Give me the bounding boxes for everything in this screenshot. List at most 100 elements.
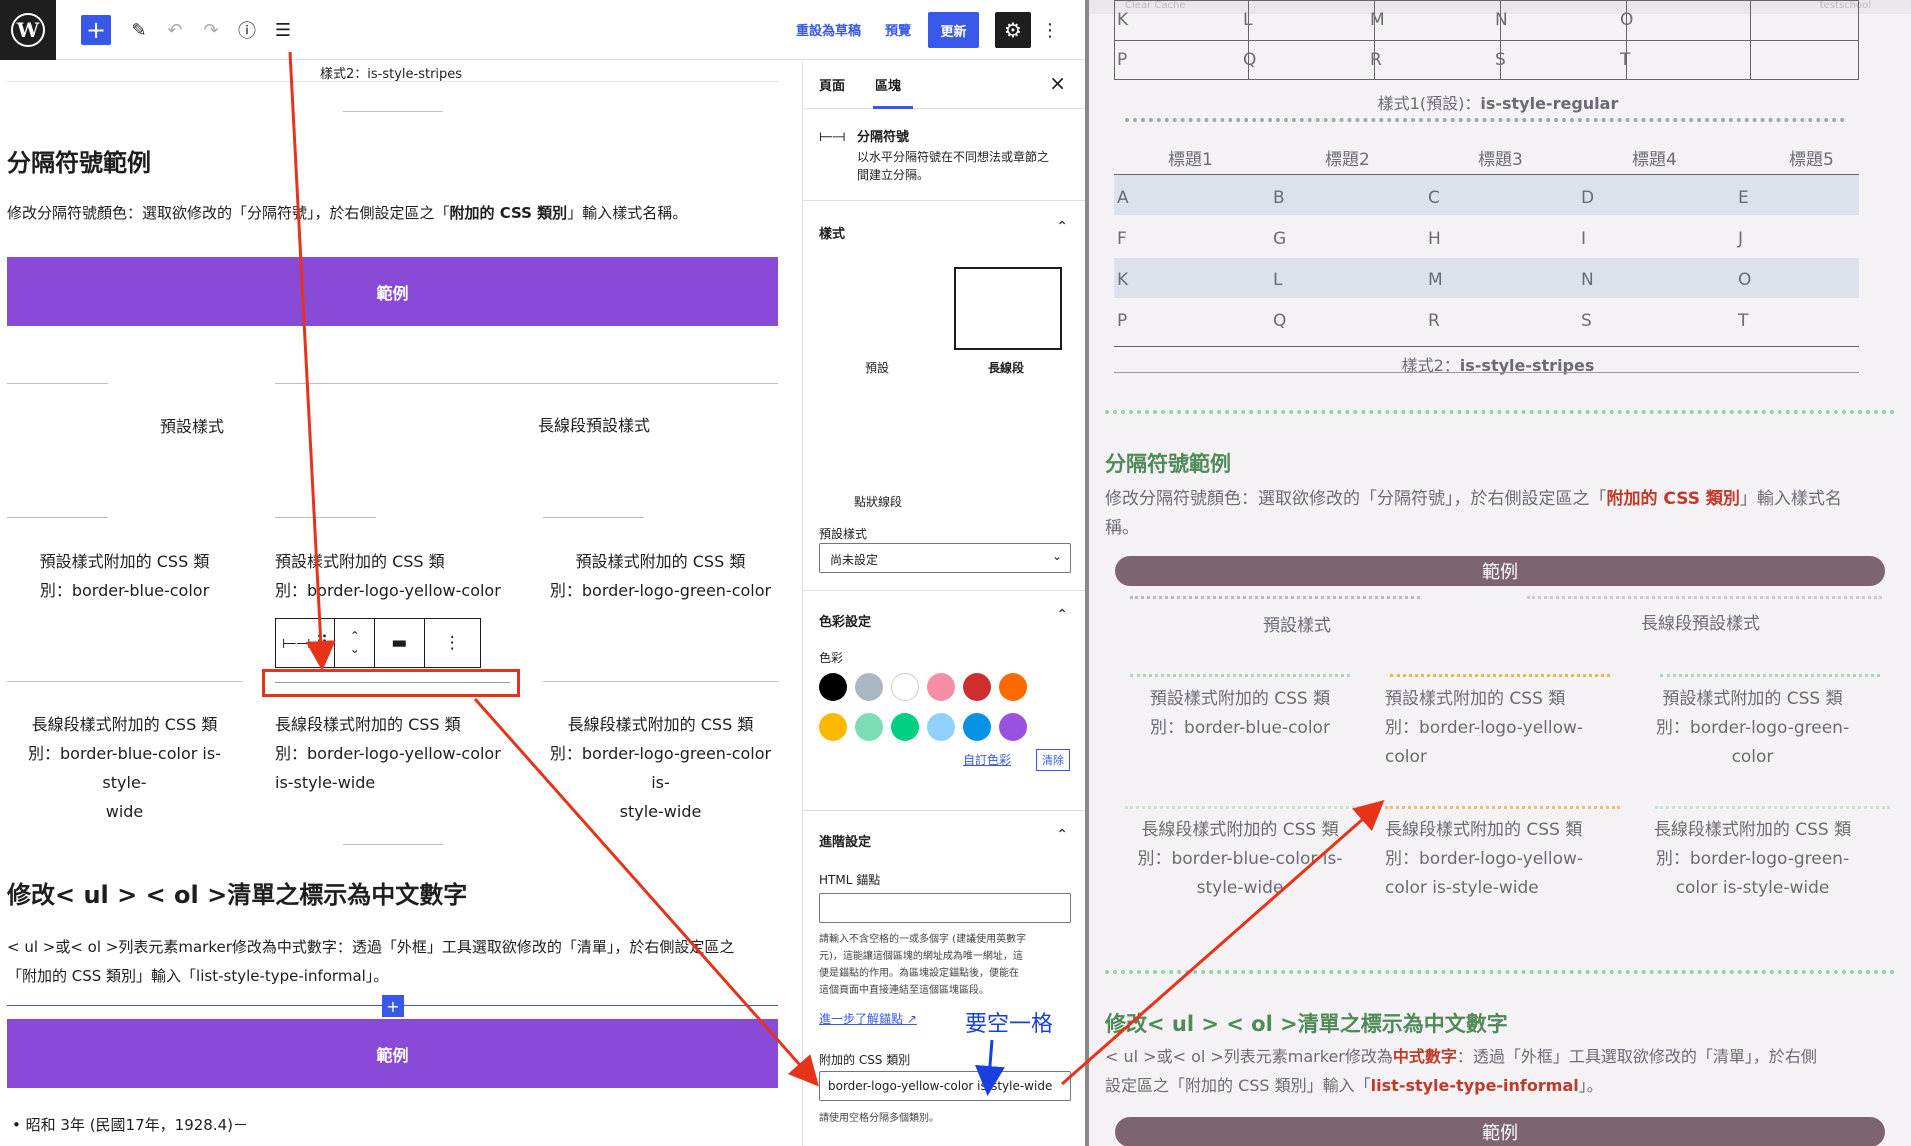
undo-icon[interactable]: ↶ — [160, 15, 190, 45]
dotted-sep-wide-colored — [1385, 806, 1620, 809]
table-cell: K — [1117, 10, 1129, 30]
color-swatch[interactable] — [855, 713, 883, 741]
r2c2-line: 別：border-logo-yellow- — [1385, 849, 1584, 869]
table-caption[interactable]: 樣式2：is-style-stripes — [320, 63, 462, 82]
chevron-up-icon[interactable]: ⌃ — [1056, 827, 1068, 843]
dotted-separator — [1125, 118, 1845, 122]
block-inserter-button[interactable]: + — [81, 15, 111, 45]
selected-separator-highlight[interactable] — [262, 669, 520, 697]
heading-list-informal: 修改< ul > < ol >清單之標示為中文數字 — [1105, 1012, 1508, 1036]
learn-more-link[interactable]: 進一步了解錨點 ↗ — [819, 1010, 917, 1027]
style-wide-preview[interactable] — [954, 267, 1062, 350]
css-class-value: border-logo-yellow-color is-style-wide — [828, 1079, 1053, 1093]
r2c1-text[interactable]: 長線段樣式附加的 CSS 類別：border-blue-color is-sty… — [7, 710, 242, 826]
r2c3-line: 別：border-logo-green- — [1655, 849, 1850, 869]
color-swatch[interactable] — [999, 713, 1027, 741]
move-up-down-icon[interactable]: ⌃ ⌄ — [335, 619, 376, 667]
r1c3-line: 預設樣式附加的 CSS 類 — [1662, 689, 1843, 709]
paragraph-separator-desc[interactable]: 修改分隔符號顏色：選取欲修改的「分隔符號」，於右側設定區之「附加的 CSS 類別… — [7, 199, 687, 228]
block-options-icon[interactable]: ⋮ — [425, 619, 480, 667]
clear-button[interactable]: 清除 — [1036, 749, 1070, 771]
color-swatch[interactable] — [855, 673, 883, 701]
custom-color-link[interactable]: 自訂色彩 — [963, 751, 1011, 768]
inline-inserter-button[interactable]: + — [382, 995, 404, 1017]
tab-page[interactable]: 頁面 — [819, 75, 845, 94]
separator-block-icon[interactable]: ⟝⟞ ⠿ — [276, 619, 336, 667]
r2c3-text[interactable]: 長線段樣式附加的 CSS 類別：border-logo-green-color … — [543, 710, 778, 826]
chevron-up-icon[interactable]: ⌃ — [1056, 219, 1068, 235]
table-cell: L — [1273, 270, 1283, 290]
align-icon[interactable]: ▬ — [375, 619, 425, 667]
dotted-sep-wide — [1527, 596, 1882, 599]
color-swatch[interactable] — [927, 713, 955, 741]
r2c2-text[interactable]: 長線段樣式附加的 CSS 類別：border-logo-yellow-color… — [275, 710, 515, 797]
color-swatch[interactable] — [963, 673, 991, 701]
table-cell: P — [1117, 50, 1128, 70]
color-settings-title[interactable]: 色彩設定 — [819, 611, 871, 630]
r2c1-text: 長線段樣式附加的 CSS 類別：border-blue-color is-sty… — [1105, 816, 1375, 903]
dotted-sep-colored — [1130, 674, 1350, 677]
settings-gear-icon[interactable]: ⚙ — [995, 12, 1031, 48]
revert-to-draft-button[interactable]: 重設為草稿 — [796, 20, 861, 39]
update-button[interactable]: 更新 — [928, 12, 979, 48]
paragraph-list-desc: < ul >或< ol >列表元素marker修改為中式數字：透過「外框」工具選… — [1105, 1047, 1817, 1095]
example-button-2[interactable]: 範例 — [7, 1019, 778, 1088]
color-swatch[interactable] — [963, 713, 991, 741]
style-default-label[interactable]: 預設 — [865, 359, 889, 376]
table-header-cell: 標題4 — [1632, 150, 1677, 170]
r2c3-text: 長線段樣式附加的 CSS 類別：border-logo-green-color … — [1605, 816, 1900, 903]
info-icon[interactable]: ⓘ — [232, 15, 262, 45]
column-wide-style: 長線段預設樣式 — [1641, 614, 1760, 634]
tab-block[interactable]: 區塊 — [875, 75, 901, 94]
r2c1-line: 長線段樣式附加的 CSS 類 — [1141, 820, 1339, 840]
dotted-sep-default — [1130, 596, 1420, 599]
chevron-up-icon[interactable]: ⌃ — [1056, 607, 1068, 623]
r1c1-text[interactable]: 預設樣式附加的 CSS 類別：border-blue-color — [7, 547, 242, 605]
heading-separator-example[interactable]: 分隔符號範例 — [7, 143, 151, 178]
table-cell: N — [1495, 10, 1508, 30]
table-cell: R — [1370, 50, 1382, 70]
more-options-icon[interactable]: ⋮ — [1035, 15, 1065, 45]
redo-icon[interactable]: ↷ — [196, 15, 226, 45]
example-button-2[interactable]: 範例 — [1115, 1117, 1885, 1146]
column-default-style[interactable]: 預設樣式 — [160, 412, 224, 441]
table-cell: A — [1117, 188, 1129, 208]
color-swatch[interactable] — [999, 673, 1027, 701]
example-button-1[interactable]: 範例 — [1115, 556, 1885, 586]
wordpress-logo-button[interactable]: W — [0, 0, 56, 60]
style-dots-label[interactable]: 點狀線段 — [854, 493, 902, 510]
color-swatch[interactable] — [891, 713, 919, 741]
example-button-1[interactable]: 範例 — [7, 257, 778, 326]
list-item[interactable]: • 昭和 3年 (民國17年，1928.4)－ — [12, 1111, 248, 1140]
block-description: 以水平分隔符號在不同想法或章節之 間建立分隔。 — [857, 150, 1050, 182]
close-icon[interactable]: × — [1049, 71, 1066, 95]
styles-title[interactable]: 樣式 — [819, 223, 845, 242]
r1c2-text[interactable]: 預設樣式附加的 CSS 類別：border-logo-yellow-color — [275, 547, 515, 605]
preview-button[interactable]: 預覽 — [885, 20, 911, 39]
table-cell: M — [1370, 10, 1385, 30]
r2c3-line: color is-style-wide — [1675, 878, 1830, 898]
advanced-title[interactable]: 進階設定 — [819, 831, 871, 850]
table-header-cell: 標題5 — [1789, 150, 1834, 170]
list-view-icon[interactable]: ☰ — [268, 15, 298, 45]
pencil-tools-icon[interactable]: ✎ — [124, 15, 154, 45]
html-anchor-input[interactable] — [819, 893, 1071, 923]
table-cell: F — [1117, 229, 1127, 249]
table-cell: G — [1273, 229, 1287, 249]
color-swatch[interactable] — [819, 713, 847, 741]
style-wide-label[interactable]: 長線段 — [988, 359, 1024, 376]
paragraph-list-desc[interactable]: < ul >或< ol >列表元素marker修改為中式數字：透過「外框」工具選… — [7, 933, 787, 991]
color-swatch[interactable] — [927, 673, 955, 701]
space-note-annotation: 要空一格 — [965, 1012, 1054, 1037]
default-style-select[interactable]: 尚未設定 ⌄ — [819, 543, 1071, 573]
paragraph-separator-desc: 修改分隔符號顏色：選取欲修改的「分隔符號」，於右側設定區之「附加的 CSS 類別… — [1105, 489, 1842, 538]
dotted-sep-colored — [1390, 674, 1610, 677]
table-cell: B — [1273, 188, 1285, 208]
css-class-input[interactable]: border-logo-yellow-color is-style-wide — [819, 1071, 1071, 1101]
color-swatch[interactable] — [819, 673, 847, 701]
r2c2-line: color is-style-wide — [1385, 878, 1539, 898]
color-swatch[interactable] — [891, 673, 919, 701]
heading-list-informal[interactable]: 修改< ul > < ol >清單之標示為中文數字 — [7, 875, 467, 910]
column-wide-style[interactable]: 長線段預設樣式 — [538, 411, 650, 440]
r1c3-text[interactable]: 預設樣式附加的 CSS 類別：border-logo-green-color — [543, 547, 778, 605]
